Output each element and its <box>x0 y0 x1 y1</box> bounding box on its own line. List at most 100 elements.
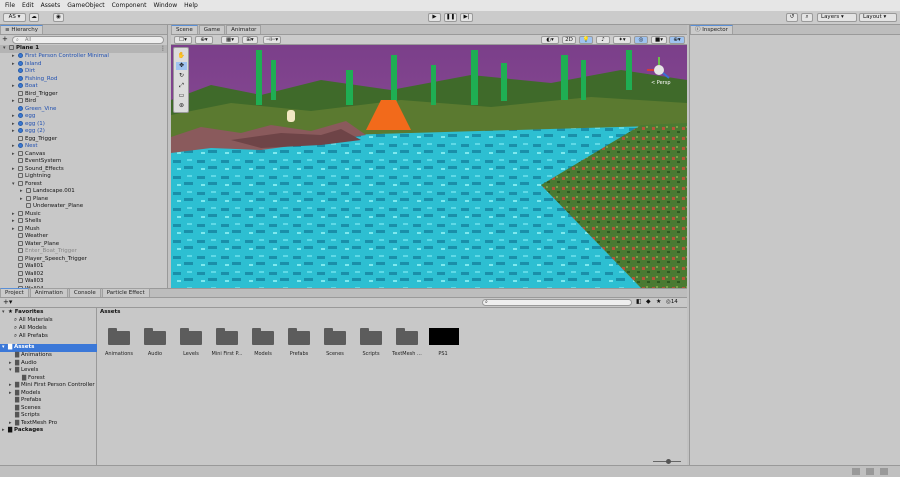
favorite-item[interactable]: ⌕ All Models <box>0 325 97 333</box>
hierarchy-item[interactable]: ▸ Bird <box>0 98 167 106</box>
account-dropdown[interactable]: AS ▾ <box>3 13 26 22</box>
asset-item[interactable]: Mini First P... <box>209 326 245 364</box>
tab-console[interactable]: Console <box>68 288 101 297</box>
hidden-objects-icon[interactable]: ◎ <box>634 36 648 44</box>
draw-mode-dropdown[interactable]: ☐▾ <box>174 36 192 44</box>
cloud-icon[interactable]: ☁ <box>29 13 39 22</box>
tab-particle-effect[interactable]: Particle Effect <box>101 288 150 297</box>
tab-project[interactable]: Project <box>0 288 29 297</box>
hierarchy-item[interactable]: ▸ Canvas <box>0 150 167 159</box>
folder-item[interactable]: ▸ ▇ Mini First Person Controller <box>0 382 97 390</box>
add-asset-icon[interactable]: +▾ <box>3 298 13 307</box>
zoom-slider-handle[interactable] <box>666 459 671 464</box>
add-icon[interactable]: + <box>2 36 10 44</box>
mode-2d-toggle[interactable]: 2D <box>562 36 576 44</box>
folder-item[interactable]: ▾ ▇ Levels <box>0 367 97 375</box>
hierarchy-root-row[interactable]: ▾ Plane 1 <box>0 45 167 53</box>
menu-item-file[interactable]: File <box>5 2 15 9</box>
hierarchy-item[interactable]: Egg_Trigger <box>0 135 167 144</box>
favorites-header[interactable]: ▾ ★ Favorites <box>0 309 97 317</box>
hierarchy-search-input[interactable]: ⌕ All <box>12 36 164 44</box>
tab-animation[interactable]: Animation <box>29 288 68 297</box>
asset-item[interactable]: Audio <box>137 326 173 364</box>
favorite-item[interactable]: ⌕ All Prefabs <box>0 333 97 341</box>
hierarchy-item[interactable]: ▸ Boat <box>0 83 167 91</box>
hierarchy-item[interactable]: Player_Speech_Trigger <box>0 255 167 264</box>
hierarchy-item[interactable]: ▾ Forest <box>0 180 167 189</box>
collab-icon[interactable]: ◉ <box>53 13 64 22</box>
asset-item[interactable]: TextMesh ... <box>389 326 425 364</box>
asset-item[interactable]: Prefabs <box>281 326 317 364</box>
gizmos-icon[interactable]: ⊕▾ <box>669 36 685 44</box>
asset-item[interactable]: Models <box>245 326 281 364</box>
history-icon[interactable]: ↺ <box>786 13 798 22</box>
hierarchy-item[interactable]: ▸ Mush <box>0 225 167 234</box>
hierarchy-item[interactable]: ▸ Nest <box>0 143 167 151</box>
hierarchy-item[interactable]: ▸ egg (2) <box>0 128 167 136</box>
hierarchy-item[interactable]: ▸ First Person Controller Minimal <box>0 53 167 61</box>
menu-item-assets[interactable]: Assets <box>41 2 61 9</box>
increment-snap-icon[interactable]: ⊞▾ <box>242 36 258 44</box>
folder-item[interactable]: ▇ Forest <box>0 375 97 383</box>
hierarchy-item[interactable]: Enter_Boat_Trigger <box>0 248 167 256</box>
tab-inspector[interactable]: ⓘ Inspector <box>690 25 733 34</box>
asset-item[interactable]: Scenes <box>317 326 353 364</box>
hierarchy-item[interactable]: Lightning <box>0 173 167 181</box>
play-button[interactable]: ▶ <box>428 13 441 22</box>
label-icon[interactable]: ◆ <box>646 298 654 307</box>
hierarchy-item[interactable]: Wall03 <box>0 278 167 286</box>
menu-item-edit[interactable]: Edit <box>22 2 34 9</box>
hierarchy-item[interactable]: ▸ egg <box>0 113 167 121</box>
more-icon[interactable]: ⋮ <box>160 45 166 53</box>
lighting-icon[interactable]: 💡 <box>579 36 593 44</box>
hierarchy-item[interactable]: EventSystem <box>0 158 167 166</box>
folder-item[interactable]: ▇ Scenes <box>0 405 97 413</box>
menu-item-window[interactable]: Window <box>153 2 177 9</box>
hierarchy-item[interactable]: Weather <box>0 233 167 241</box>
favorite-item[interactable]: ⌕ All Materials <box>0 317 97 325</box>
layout-dropdown[interactable]: Layout ▾ <box>859 13 897 22</box>
tab-scene[interactable]: Scene <box>171 25 198 34</box>
asset-item[interactable]: Scripts <box>353 326 389 364</box>
hierarchy-item[interactable]: Underwater_Plane <box>0 203 167 211</box>
asset-item[interactable]: Animations <box>101 326 137 364</box>
snap-icon[interactable]: ⊣⊢▾ <box>263 36 281 44</box>
folder-item[interactable]: ▇ Animations <box>0 352 97 360</box>
assets-root-row[interactable]: ▾ ▇ Assets <box>0 344 97 352</box>
camera-icon[interactable]: ■▾ <box>651 36 667 44</box>
hierarchy-item[interactable]: Wall02 <box>0 270 167 279</box>
debug-icon[interactable] <box>866 468 874 475</box>
global-icon[interactable]: ⊕▾ <box>195 36 213 44</box>
search-icon[interactable]: ⌕ <box>801 13 813 22</box>
tab-animator[interactable]: Animator <box>226 25 262 34</box>
hierarchy-item[interactable]: ▸ egg (1) <box>0 120 167 129</box>
hierarchy-item[interactable]: Green_Vine <box>0 105 167 114</box>
asset-item[interactable]: Levels <box>173 326 209 364</box>
grid-snap-icon[interactable]: ▦▾ <box>221 36 239 44</box>
scene-viewport[interactable]: < Persp ✋ ✥ ↻ ⤢ ▭ ⊛ <box>171 45 687 288</box>
scale-tool-icon[interactable]: ⤢ <box>176 82 187 90</box>
layers-dropdown[interactable]: Layers ▾ <box>817 13 857 22</box>
folder-item[interactable]: ▸ ▇ Models <box>0 390 97 398</box>
asset-item[interactable]: PS1 <box>425 326 461 364</box>
audio-icon[interactable]: ♪ <box>596 36 610 44</box>
transform-tool-icon[interactable]: ⊛ <box>176 102 187 110</box>
folder-item[interactable]: ▇ Prefabs <box>0 397 97 405</box>
chevron-right-icon[interactable]: ▸ <box>12 121 18 129</box>
hierarchy-item[interactable]: Dirt <box>0 68 167 76</box>
tab-hierarchy[interactable]: ≡ Hierarchy <box>0 25 43 34</box>
hand-tool-icon[interactable]: ✋ <box>176 52 187 60</box>
folder-item[interactable]: ▸ ▇ TextMesh Pro <box>0 420 97 428</box>
star-icon[interactable]: ★ <box>656 298 664 307</box>
menu-item-help[interactable]: Help <box>184 2 198 9</box>
packages-row[interactable]: ▸ ▇ Packages <box>0 427 97 435</box>
bake-icon[interactable] <box>880 468 888 475</box>
filter-icon[interactable]: ◧ <box>636 298 644 307</box>
menu-item-gameobject[interactable]: GameObject <box>67 2 104 9</box>
folder-item[interactable]: ▸ ▇ Audio <box>0 360 97 368</box>
hierarchy-item[interactable]: Wall01 <box>0 263 167 271</box>
hierarchy-item[interactable]: ▸ Landscape.001 <box>0 188 167 196</box>
hierarchy-item[interactable]: ▸ Music <box>0 210 167 219</box>
rect-tool-icon[interactable]: ▭ <box>176 92 187 100</box>
chevron-right-icon[interactable]: ▸ <box>12 61 18 69</box>
